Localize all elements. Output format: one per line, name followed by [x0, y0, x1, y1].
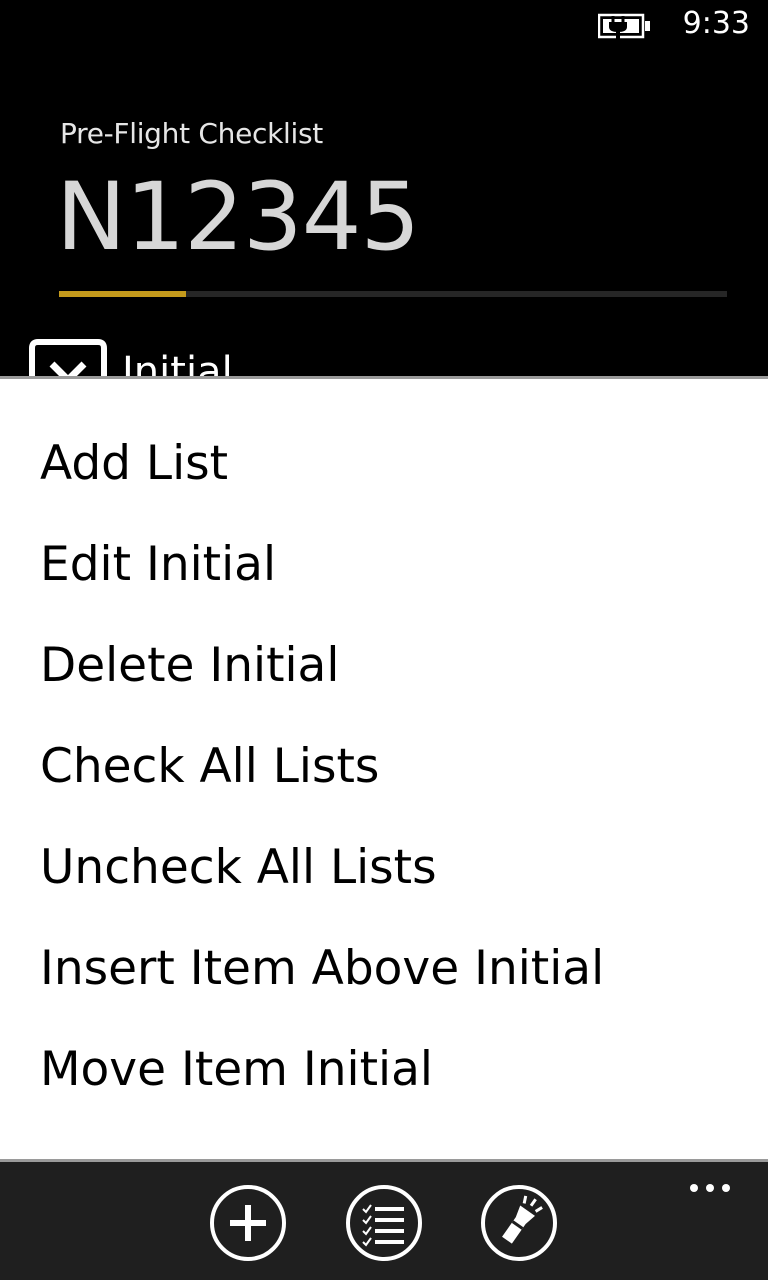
app-bar — [0, 1162, 768, 1280]
progress-fill — [59, 291, 186, 297]
list-item[interactable]: Initial — [0, 330, 768, 376]
flashlight-icon — [480, 1184, 558, 1262]
menu-item-delete[interactable]: Delete Initial — [0, 615, 768, 716]
app-screen: 9:33 Pre-Flight Checklist N12345 Initial… — [0, 0, 768, 1280]
more-options-button[interactable] — [686, 1176, 734, 1200]
battery-charging-icon — [597, 12, 652, 40]
checklist-icon — [345, 1184, 423, 1262]
context-menu: Add List Edit Initial Delete Initial Che… — [0, 376, 768, 1162]
list-item-label: Initial — [122, 349, 233, 376]
menu-item-insert-above[interactable]: Insert Item Above Initial — [0, 918, 768, 1019]
menu-item-move[interactable]: Move Item Initial — [0, 1019, 768, 1120]
add-icon — [209, 1184, 287, 1262]
checklist-progress-bar — [59, 291, 727, 297]
menu-item-uncheck-all[interactable]: Uncheck All Lists — [0, 817, 768, 918]
status-bar: 9:33 — [0, 0, 768, 50]
status-time: 9:33 — [682, 6, 750, 41]
add-button[interactable] — [209, 1184, 287, 1262]
ellipsis-icon — [686, 1176, 734, 1200]
unchecked-box-icon — [28, 338, 108, 376]
page-title: N12345 — [56, 163, 420, 272]
menu-item-add-list[interactable]: Add List — [0, 413, 768, 514]
menu-item-check-all[interactable]: Check All Lists — [0, 716, 768, 817]
flashlight-button[interactable] — [480, 1184, 558, 1262]
menu-item-edit[interactable]: Edit Initial — [0, 514, 768, 615]
app-subtitle: Pre-Flight Checklist — [60, 117, 323, 150]
checklist-button[interactable] — [345, 1184, 423, 1262]
